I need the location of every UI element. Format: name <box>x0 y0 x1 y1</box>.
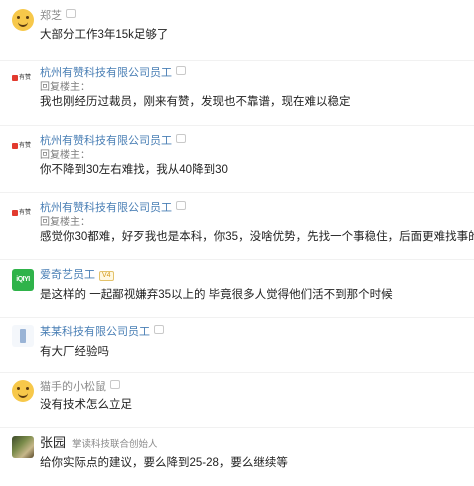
comment-author[interactable]: 杭州有赞科技有限公司员工 <box>40 201 186 215</box>
youzan-logo-avatar[interactable]: 有赞 <box>12 134 34 156</box>
iqiyi-logo-avatar[interactable]: iQIYI <box>12 269 34 291</box>
comment-item: 有赞 杭州有赞科技有限公司员工 回复楼主： 你不降到30左右难找，我从40降到3… <box>0 134 474 184</box>
divider <box>0 427 474 428</box>
comment-text: 给你实际点的建议，要么降到25-28，要么继续等 <box>40 457 288 469</box>
comment-text: 没有技术怎么立足 <box>40 399 132 411</box>
comment-text: 我也刚经历过裁员，刚来有赞，发现也不靠谱，现在难以稳定 <box>40 96 351 108</box>
photo-avatar[interactable] <box>12 436 34 458</box>
comment-text: 是这样的 一起鄙视嫌弃35以上的 毕竟很多人觉得他们活不到那个时候 <box>40 289 393 301</box>
divider <box>0 372 474 373</box>
comment-author[interactable]: 张园 掌读科技联合创始人 <box>40 436 158 451</box>
divider <box>0 125 474 126</box>
youzan-logo-avatar[interactable]: 有赞 <box>12 201 34 223</box>
comment-author[interactable]: 爱奇艺员工 V4 <box>40 269 114 282</box>
user-badge-icon <box>176 201 186 210</box>
comment-text: 你不降到30左右难找，我从40降到30 <box>40 164 228 176</box>
comment-text: 有大厂经验吗 <box>40 346 109 358</box>
youzan-logo-icon <box>12 75 18 81</box>
user-badge-icon <box>154 325 164 334</box>
user-badge-icon <box>110 380 120 389</box>
user-badge-icon <box>176 134 186 143</box>
divider <box>0 317 474 318</box>
youzan-logo-icon <box>12 143 18 149</box>
comment-item: iQIYI 爱奇艺员工 V4 是这样的 一起鄙视嫌弃35以上的 毕竟很多人觉得他们… <box>0 269 474 319</box>
user-badge-icon <box>66 9 76 18</box>
comment-author[interactable]: 杭州有赞科技有限公司员工 <box>40 66 186 80</box>
divider <box>0 192 474 193</box>
author-title: 掌读科技联合创始人 <box>72 439 158 450</box>
comment-item: 郑芝 大部分工作3年15k足够了 <box>0 9 474 59</box>
reply-to-label: 回复楼主： <box>40 217 90 228</box>
user-badge-icon <box>176 66 186 75</box>
divider <box>0 60 474 61</box>
smiley-face-avatar[interactable] <box>12 380 34 402</box>
comment-author[interactable]: 郑芝 <box>40 9 76 23</box>
comment-author[interactable]: 杭州有赞科技有限公司员工 <box>40 134 186 148</box>
smiley-face-avatar[interactable] <box>12 9 34 31</box>
level-badge: V4 <box>99 271 114 281</box>
comment-item: 猫手的小松鼠 没有技术怎么立足 <box>0 380 474 430</box>
divider <box>0 259 474 260</box>
comment-text: 感觉你30都难，好歹我也是本科，你35，没啥优势，先找一个事稳住，后面更难找事的 <box>40 231 474 243</box>
comment-author[interactable]: 猫手的小松鼠 <box>40 380 120 394</box>
reply-to-label: 回复楼主： <box>40 82 90 93</box>
youzan-logo-avatar[interactable]: 有赞 <box>12 66 34 88</box>
comment-item: 某某科技有限公司员工 有大厂经验吗 <box>0 325 474 375</box>
youzan-logo-icon <box>12 210 18 216</box>
reply-to-label: 回复楼主： <box>40 150 90 161</box>
comment-text: 大部分工作3年15k足够了 <box>40 29 169 41</box>
comment-author[interactable]: 某某科技有限公司员工 <box>40 325 164 339</box>
company-building-avatar[interactable] <box>12 325 34 347</box>
comment-item: 有赞 杭州有赞科技有限公司员工 回复楼主： 我也刚经历过裁员，刚来有赞，发现也不… <box>0 66 474 116</box>
comment-item: 有赞 杭州有赞科技有限公司员工 回复楼主： 感觉你30都难，好歹我也是本科，你3… <box>0 201 474 251</box>
